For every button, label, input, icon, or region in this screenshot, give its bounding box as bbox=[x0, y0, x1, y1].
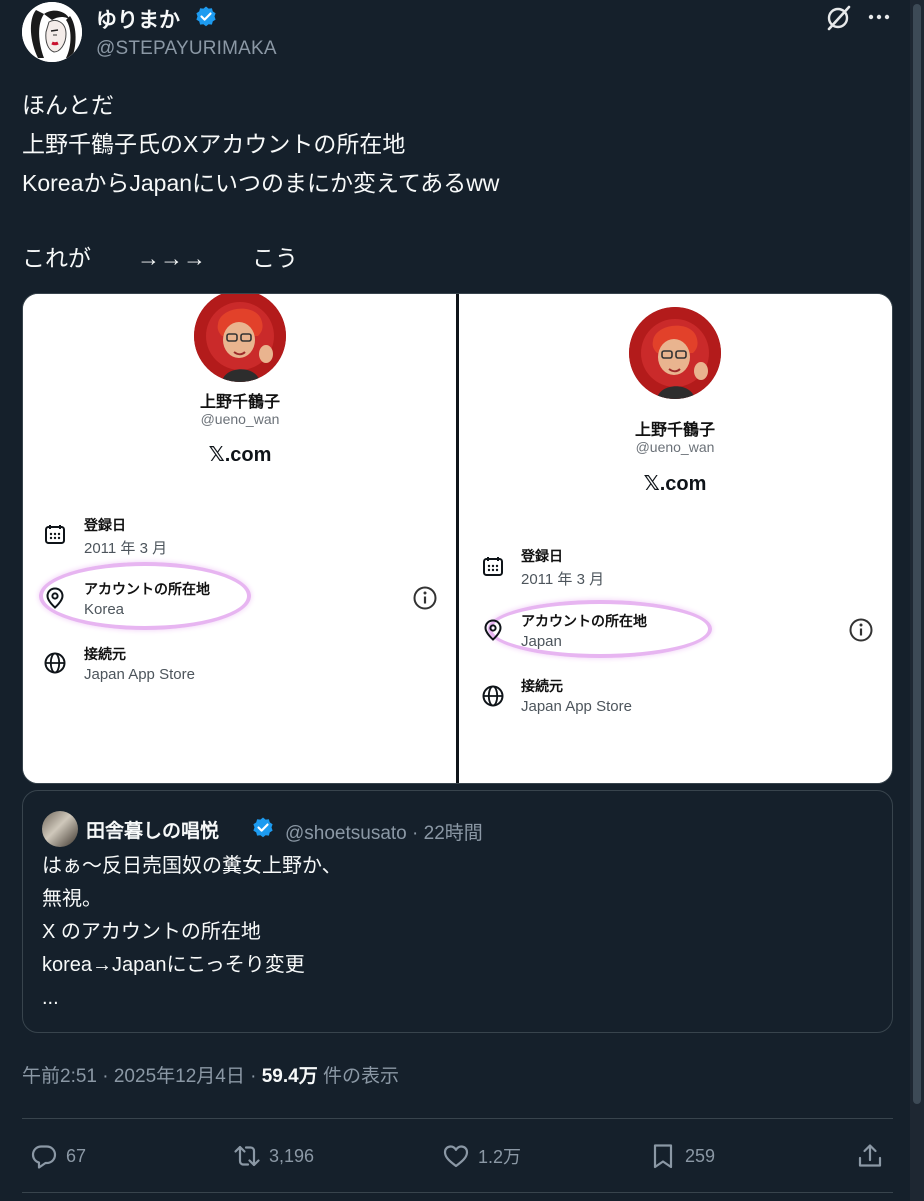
profile-handle: @ueno_wan bbox=[635, 439, 715, 455]
location-value: Korea bbox=[84, 601, 125, 618]
globe-icon bbox=[482, 685, 504, 707]
reply-button[interactable]: 67 bbox=[30, 1135, 86, 1177]
divider bbox=[22, 1118, 893, 1119]
share-button[interactable] bbox=[856, 1135, 892, 1177]
calendar-icon bbox=[483, 557, 503, 576]
tweet-text-blank bbox=[22, 203, 882, 239]
bookmark-icon bbox=[653, 1144, 673, 1169]
location-label: アカウントの所在地 bbox=[521, 613, 647, 629]
info-icon bbox=[413, 586, 437, 610]
quoted-author-handle-time[interactable]: @shoetsusato · 22時間 bbox=[285, 818, 483, 845]
quoted-tweet[interactable]: 田舎暮しの唱悦 @shoetsusato · 22時間 はぁ～反日売国奴の糞女上… bbox=[22, 790, 893, 1033]
profile-avatar-image bbox=[194, 294, 286, 382]
joined-label: 登録日 bbox=[521, 548, 563, 564]
media-panel-after: 上野千鶴子 @ueno_wan 𝕏.com 登録日 2011 年 3 月 アカウ… bbox=[459, 294, 892, 783]
joined-value: 2011 年 3 月 bbox=[84, 540, 168, 557]
joined-value: 2011 年 3 月 bbox=[521, 571, 605, 588]
repost-icon bbox=[234, 1145, 260, 1167]
more-icon[interactable] bbox=[866, 4, 892, 30]
joined-label: 登録日 bbox=[84, 517, 126, 533]
scrollbar-thumb[interactable] bbox=[913, 4, 921, 1104]
profile-site: 𝕏.com bbox=[643, 473, 707, 495]
location-label: アカウントの所在地 bbox=[84, 581, 210, 597]
scrollbar[interactable] bbox=[910, 0, 924, 1201]
tweet-text-line: KoreaからJapanにいつのまにか変えてあるww bbox=[22, 170, 500, 196]
profile-handle: @ueno_wan bbox=[200, 411, 280, 427]
tweet-text-line: これが →→→ こう bbox=[22, 245, 298, 271]
verified-badge-icon bbox=[196, 6, 216, 27]
repost-button[interactable]: 3,196 bbox=[233, 1135, 314, 1177]
tweet-header: ゆりまか @STEPAYURIMAKA bbox=[22, 2, 893, 66]
grok-slash-icon[interactable] bbox=[824, 4, 852, 32]
calendar-icon bbox=[45, 525, 65, 544]
quoted-text-line: はぁ～反日売国奴の糞女上野か、 bbox=[42, 855, 342, 877]
profile-name: 上野千鶴子 bbox=[199, 394, 280, 411]
tweet-text-line: 上野千鶴子氏のXアカウントの所在地 bbox=[22, 131, 406, 157]
location-value: Japan bbox=[521, 633, 562, 650]
connected-value: Japan App Store bbox=[84, 666, 195, 683]
tweet-actions: 67 3,196 1.2万 259 bbox=[22, 1135, 893, 1177]
bookmark-button[interactable]: 259 bbox=[649, 1135, 715, 1177]
author-handle[interactable]: @STEPAYURIMAKA bbox=[96, 38, 277, 60]
share-icon bbox=[858, 1144, 882, 1167]
view-count[interactable]: 59.4万 bbox=[262, 1066, 318, 1087]
divider bbox=[22, 1192, 893, 1193]
tweet-media-image[interactable]: 上野千鶴子 @ueno_wan 𝕏.com 登録日 2011 年 3 月 アカウ… bbox=[22, 293, 893, 784]
reply-count: 67 bbox=[66, 1145, 87, 1166]
quoted-text-line: ... bbox=[42, 987, 59, 1009]
info-icon bbox=[849, 618, 873, 642]
tweet-text: ほんとだ 上野千鶴子氏のXアカウントの所在地 KoreaからJapanにいつのま… bbox=[22, 86, 882, 278]
quoted-tweet-text: はぁ～反日売国奴の糞女上野か、 無視。 X のアカウントの所在地 korea→J… bbox=[42, 850, 342, 1015]
reply-icon bbox=[31, 1145, 57, 1169]
quoted-author-display-name[interactable]: 田舎暮しの唱悦 bbox=[86, 816, 219, 843]
quoted-text-line: 無視。 bbox=[42, 888, 102, 910]
profile-avatar-image bbox=[629, 307, 721, 399]
view-count-suffix: 件の表示 bbox=[317, 1066, 399, 1087]
location-pin-icon bbox=[484, 619, 502, 641]
tweet-timestamp[interactable]: 午前2:51 · 2025年12月4日 · bbox=[22, 1066, 262, 1087]
verified-badge-icon bbox=[253, 817, 273, 838]
tweet-text-line: ほんとだ bbox=[22, 92, 114, 118]
quoted-text-line: X のアカウントの所在地 bbox=[42, 921, 261, 943]
connected-label: 接続元 bbox=[84, 646, 126, 662]
media-panel-before: 上野千鶴子 @ueno_wan 𝕏.com 登録日 2011 年 3 月 アカウ… bbox=[23, 294, 456, 783]
like-count: 1.2万 bbox=[478, 1147, 522, 1167]
globe-icon bbox=[44, 652, 66, 674]
profile-site: 𝕏.com bbox=[208, 444, 272, 466]
bookmark-count: 259 bbox=[685, 1145, 716, 1166]
repost-count: 3,196 bbox=[269, 1145, 315, 1166]
connected-label: 接続元 bbox=[521, 678, 563, 694]
author-display-name[interactable]: ゆりまか bbox=[96, 4, 180, 34]
connected-value: Japan App Store bbox=[521, 698, 632, 715]
author-avatar[interactable] bbox=[22, 2, 82, 62]
profile-name: 上野千鶴子 bbox=[634, 422, 715, 439]
quoted-text-line: korea→Japanにこっそり変更 bbox=[42, 954, 305, 976]
heart-icon bbox=[443, 1145, 469, 1168]
quoted-author-avatar[interactable] bbox=[42, 811, 78, 847]
location-pin-icon bbox=[46, 587, 64, 609]
like-button[interactable]: 1.2万 bbox=[442, 1135, 521, 1177]
tweet-timestamp-views: 午前2:51 · 2025年12月4日 · 59.4万 件の表示 bbox=[22, 1061, 399, 1088]
